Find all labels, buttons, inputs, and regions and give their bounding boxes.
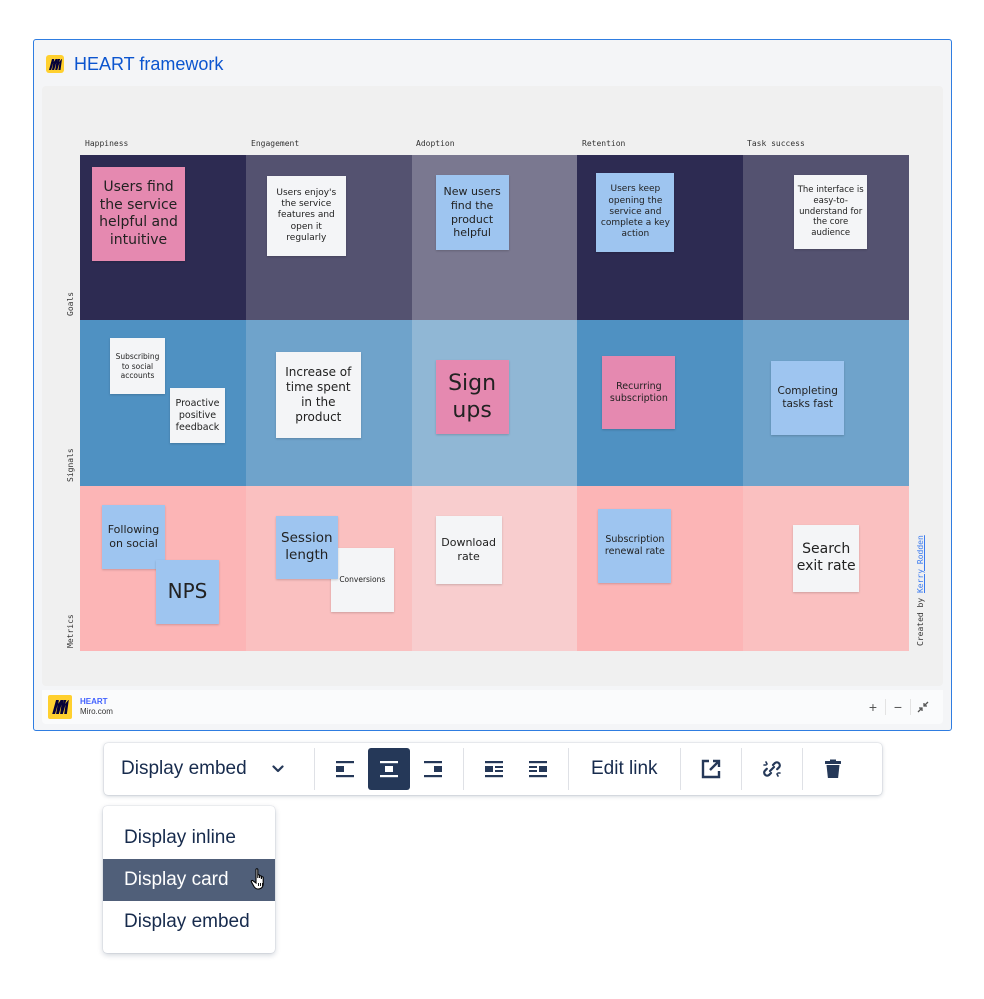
sticky-note[interactable]: Proactive positive feedback: [170, 388, 225, 444]
miro-logo-icon: [48, 695, 72, 719]
credit-prefix: Created by: [916, 593, 925, 646]
cell-goals-task: The interface is easy-to-understand for …: [743, 155, 909, 321]
row-label: Metrics: [66, 614, 75, 648]
open-external-button[interactable]: [690, 748, 732, 790]
zoom-out-button[interactable]: −: [886, 696, 910, 718]
menu-item-display-embed[interactable]: Display embed: [103, 901, 275, 943]
open-group: [681, 748, 741, 790]
heart-grid: Users find the service helpful and intui…: [80, 155, 909, 651]
column-label: Retention: [582, 139, 626, 148]
miro-logo-icon: [46, 55, 64, 73]
cell-metrics-engagement: Conversions Session length: [245, 485, 412, 651]
chevron-down-icon: [272, 765, 284, 773]
sticky-note[interactable]: The interface is easy-to-understand for …: [794, 175, 868, 249]
alignment-group: [315, 748, 463, 790]
align-right-icon: [424, 761, 442, 778]
align-left-icon: [336, 761, 354, 778]
zoom-controls: + −: [861, 696, 935, 718]
wrap-right-button[interactable]: [517, 748, 559, 790]
sticky-note[interactable]: Download rate: [435, 515, 502, 584]
wrap-left-icon: [485, 761, 503, 778]
author-link[interactable]: Kerry Rodden: [916, 535, 925, 593]
wrap-left-button[interactable]: [473, 748, 515, 790]
sticky-note[interactable]: Search exit rate: [793, 524, 860, 592]
miro-board[interactable]: Happiness Engagement Adoption Retention …: [42, 86, 943, 686]
embed-toolbar: Display embed Edit link: [104, 743, 882, 795]
sticky-note[interactable]: Recurring subscription: [602, 356, 676, 430]
credit-text: Created by Kerry Rodden: [916, 535, 925, 646]
display-mode-dropdown[interactable]: Display embed: [104, 743, 314, 795]
sticky-note[interactable]: Subscription renewal rate: [598, 508, 672, 583]
align-center-icon: [380, 761, 398, 778]
column-label: Adoption: [416, 139, 455, 148]
wrap-group: [464, 748, 568, 790]
wrap-right-icon: [529, 761, 547, 778]
cell-goals-engagement: Users enjoy's the service features and o…: [245, 155, 412, 321]
cell-signals-happiness: Subscribing to social accounts Proactive…: [80, 320, 246, 486]
sticky-note[interactable]: Session length: [275, 515, 338, 579]
embed-card[interactable]: HEART framework Happiness Engagement Ado…: [33, 39, 952, 731]
sticky-note[interactable]: Subscribing to social accounts: [110, 338, 165, 395]
align-center-button[interactable]: [368, 748, 410, 790]
cell-goals-adoption: New users find the product helpful: [411, 155, 578, 321]
sticky-note[interactable]: Completing tasks fast: [771, 361, 845, 436]
menu-item-label: Display inline: [124, 827, 236, 848]
embed-footer: HEART Miro.com + −: [42, 690, 943, 724]
sticky-note[interactable]: Conversions: [330, 547, 394, 612]
open-external-icon: [701, 759, 720, 779]
footer-subtitle: Miro.com: [80, 707, 113, 716]
sticky-note[interactable]: New users find the product helpful: [435, 175, 509, 250]
sticky-note[interactable]: Users keep opening the service and compl…: [596, 173, 675, 252]
sticky-note[interactable]: Users enjoy's the service features and o…: [266, 176, 346, 256]
cell-goals-retention: Users keep opening the service and compl…: [577, 155, 744, 321]
delete-group: [803, 748, 863, 790]
edit-link-button[interactable]: Edit link: [569, 758, 680, 780]
cell-metrics-retention: Subscription renewal rate: [577, 485, 744, 651]
sticky-note[interactable]: NPS: [156, 559, 219, 624]
collapse-button[interactable]: [911, 696, 935, 718]
column-label: Happiness: [85, 139, 129, 148]
unlink-icon: [762, 761, 781, 777]
cell-signals-engagement: Increase of time spent in the product: [245, 320, 412, 486]
zoom-in-button[interactable]: +: [861, 696, 885, 718]
trash-icon: [824, 759, 841, 778]
collapse-arrows-icon: [917, 701, 929, 713]
column-label: Task success: [747, 139, 805, 148]
cell-signals-adoption: Sign ups: [411, 320, 578, 486]
unlink-group: [742, 748, 802, 790]
cell-signals-retention: Recurring subscription: [577, 320, 744, 486]
menu-item-display-inline[interactable]: Display inline: [103, 817, 275, 859]
align-right-button[interactable]: [412, 748, 454, 790]
align-left-button[interactable]: [324, 748, 366, 790]
cell-metrics-task: Search exit rate: [743, 485, 909, 651]
sticky-note[interactable]: Increase of time spent in the product: [275, 352, 361, 439]
embed-header: HEART framework: [46, 52, 223, 76]
sticky-note[interactable]: Sign ups: [435, 360, 509, 435]
sticky-note[interactable]: Users find the service helpful and intui…: [92, 167, 185, 261]
menu-item-label: Display embed: [124, 911, 250, 932]
footer-title[interactable]: HEART: [80, 697, 113, 707]
display-mode-label: Display embed: [121, 758, 247, 779]
hand-pointer-cursor-icon: [250, 868, 264, 890]
unlink-button[interactable]: [751, 748, 793, 790]
delete-button[interactable]: [812, 748, 854, 790]
cell-metrics-adoption: Download rate: [411, 485, 578, 651]
column-label: Engagement: [251, 139, 300, 148]
row-label: Goals: [66, 291, 75, 316]
cell-metrics-happiness: Following on social NPS: [80, 485, 246, 651]
cell-goals-happiness: Users find the service helpful and intui…: [80, 155, 246, 321]
display-mode-menu: Display inline Display card Display embe…: [103, 806, 275, 953]
row-label: Signals: [66, 448, 75, 482]
footer-text: HEART Miro.com: [80, 697, 113, 716]
menu-item-label: Display card: [124, 869, 229, 890]
embed-title[interactable]: HEART framework: [74, 54, 223, 75]
menu-item-display-card[interactable]: Display card: [103, 859, 275, 901]
cell-signals-task: Completing tasks fast: [743, 320, 909, 486]
